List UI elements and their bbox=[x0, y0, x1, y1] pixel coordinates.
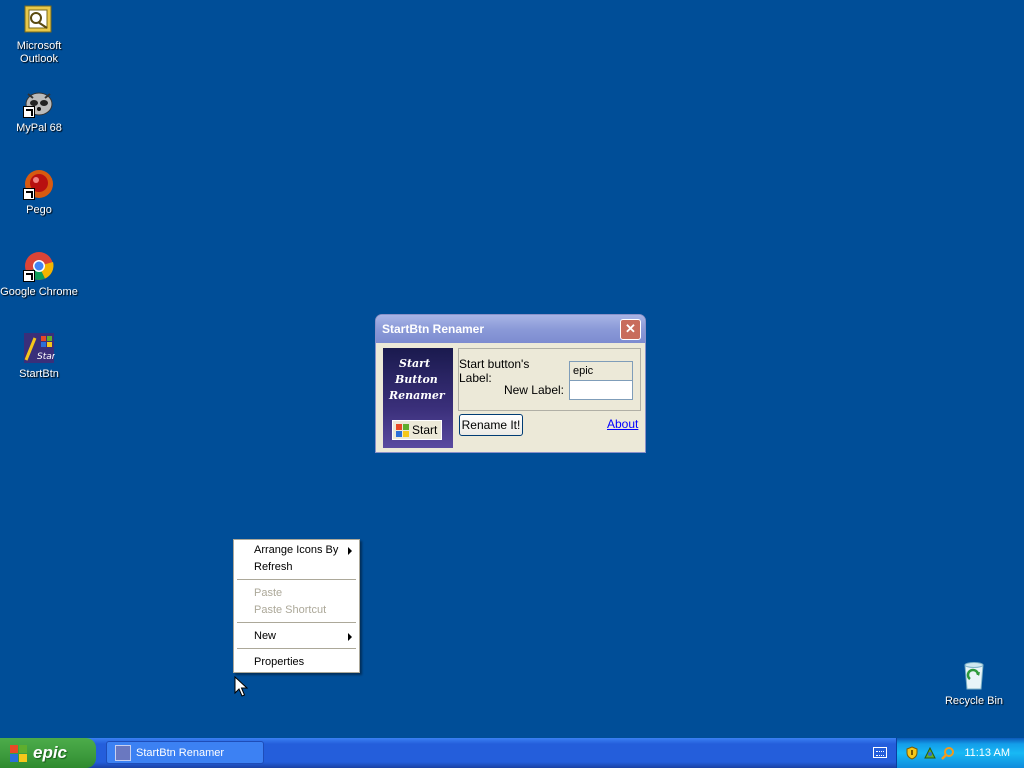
outlook-icon bbox=[23, 4, 55, 36]
desktop-icon-startbtn[interactable]: Start StartBtn bbox=[0, 332, 79, 381]
windows-flag-icon bbox=[10, 744, 27, 762]
menu-separator bbox=[237, 579, 356, 580]
desktop-icon-label: Pego bbox=[26, 204, 52, 216]
desktop-context-menu: Arrange Icons By Refresh Paste Paste Sho… bbox=[233, 539, 360, 673]
submenu-arrow-icon bbox=[348, 633, 352, 641]
startbtn-logo-image: Start Button Renamer Start bbox=[383, 348, 453, 448]
desktop-icon-label: StartBtn bbox=[19, 368, 59, 380]
logo-text-line: Renamer bbox=[389, 389, 445, 402]
about-link[interactable]: About bbox=[607, 417, 638, 431]
pego-icon bbox=[23, 168, 55, 200]
desktop-icon-chrome[interactable]: Google Chrome bbox=[0, 250, 79, 299]
menu-item-refresh[interactable]: Refresh bbox=[235, 559, 358, 576]
desktop-icon-label: Microsoft Outlook bbox=[16, 40, 62, 65]
start-button-label: epic bbox=[33, 743, 68, 762]
logo-start-label: Start bbox=[412, 423, 438, 437]
keyboard-icon[interactable] bbox=[873, 747, 887, 758]
desktop-icon-label: Google Chrome bbox=[0, 286, 78, 298]
menu-separator bbox=[237, 648, 356, 649]
taskbar-item-startbtn-renamer[interactable]: StartBtn Renamer bbox=[106, 741, 264, 764]
menu-item-label: Refresh bbox=[254, 561, 293, 573]
menu-item-arrange-icons-by[interactable]: Arrange Icons By bbox=[235, 542, 358, 559]
close-button[interactable]: ✕ bbox=[620, 318, 641, 340]
new-label-input[interactable] bbox=[569, 380, 633, 400]
menu-separator bbox=[237, 622, 356, 623]
logo-text-line: Button bbox=[395, 373, 438, 386]
mypal-icon bbox=[23, 86, 55, 118]
startbtn-icon: Start bbox=[23, 332, 59, 364]
shortcut-arrow-icon bbox=[23, 106, 35, 118]
svg-text:Start: Start bbox=[37, 352, 55, 362]
desktop-icon-label: Recycle Bin bbox=[944, 695, 1004, 707]
window-title: StartBtn Renamer bbox=[382, 322, 485, 336]
menu-item-label: Paste Shortcut bbox=[254, 604, 327, 616]
recycle-bin-icon bbox=[958, 659, 990, 691]
submenu-arrow-icon bbox=[348, 547, 352, 555]
chrome-icon bbox=[23, 250, 55, 282]
shortcut-arrow-icon bbox=[23, 188, 35, 200]
label-form-group: Start button's Label: New Label: bbox=[458, 348, 641, 411]
logo-text: Start Button Renamer bbox=[389, 356, 449, 404]
window-titlebar[interactable]: StartBtn Renamer ✕ bbox=[376, 315, 645, 343]
system-tray: 11:13 AM bbox=[896, 738, 1024, 768]
menu-item-label: Arrange Icons By bbox=[254, 544, 339, 556]
logo-start-button: Start bbox=[392, 420, 442, 440]
menu-item-paste: Paste bbox=[235, 585, 358, 602]
menu-item-label: Properties bbox=[254, 656, 305, 668]
rename-it-button[interactable]: Rename It! bbox=[459, 414, 523, 436]
network-icon[interactable] bbox=[923, 746, 937, 760]
dialog-body: Start Button Renamer Start Start button'… bbox=[376, 343, 645, 452]
taskbar-item-label: StartBtn Renamer bbox=[136, 746, 225, 759]
new-label-caption: New Label: bbox=[503, 383, 564, 397]
taskbar: epic StartBtn Renamer 11:13 AM bbox=[0, 738, 1024, 768]
menu-item-paste-shortcut: Paste Shortcut bbox=[235, 602, 358, 619]
mouse-cursor-icon bbox=[234, 676, 248, 697]
desktop-icon-pego[interactable]: Pego bbox=[0, 168, 79, 217]
windows-flag-icon bbox=[396, 423, 409, 437]
desktop-icon-label: MyPal 68 bbox=[16, 122, 62, 134]
current-label-field[interactable] bbox=[569, 361, 633, 381]
startbtn-renamer-window: StartBtn Renamer ✕ Start Button Renamer … bbox=[375, 314, 646, 453]
menu-item-new[interactable]: New bbox=[235, 628, 358, 645]
taskbar-clock[interactable]: 11:13 AM bbox=[964, 747, 1010, 759]
close-icon: ✕ bbox=[625, 321, 636, 336]
desktop-icon-recycle-bin[interactable]: Recycle Bin bbox=[934, 659, 1014, 708]
menu-item-properties[interactable]: Properties bbox=[235, 654, 358, 671]
new-label-row: New Label: bbox=[504, 380, 633, 400]
menu-item-label: Paste bbox=[254, 587, 283, 599]
shortcut-arrow-icon bbox=[23, 270, 35, 282]
desktop-icon-mypal[interactable]: MyPal 68 bbox=[0, 86, 79, 135]
menu-item-label: New bbox=[254, 630, 277, 642]
startbtn-icon bbox=[115, 744, 131, 761]
search-icon[interactable] bbox=[941, 746, 955, 760]
desktop-icon-outlook[interactable]: Microsoft Outlook bbox=[0, 4, 79, 66]
logo-text-line: Start bbox=[399, 357, 431, 370]
start-button[interactable]: epic bbox=[0, 738, 96, 768]
security-shield-icon[interactable] bbox=[905, 746, 919, 760]
